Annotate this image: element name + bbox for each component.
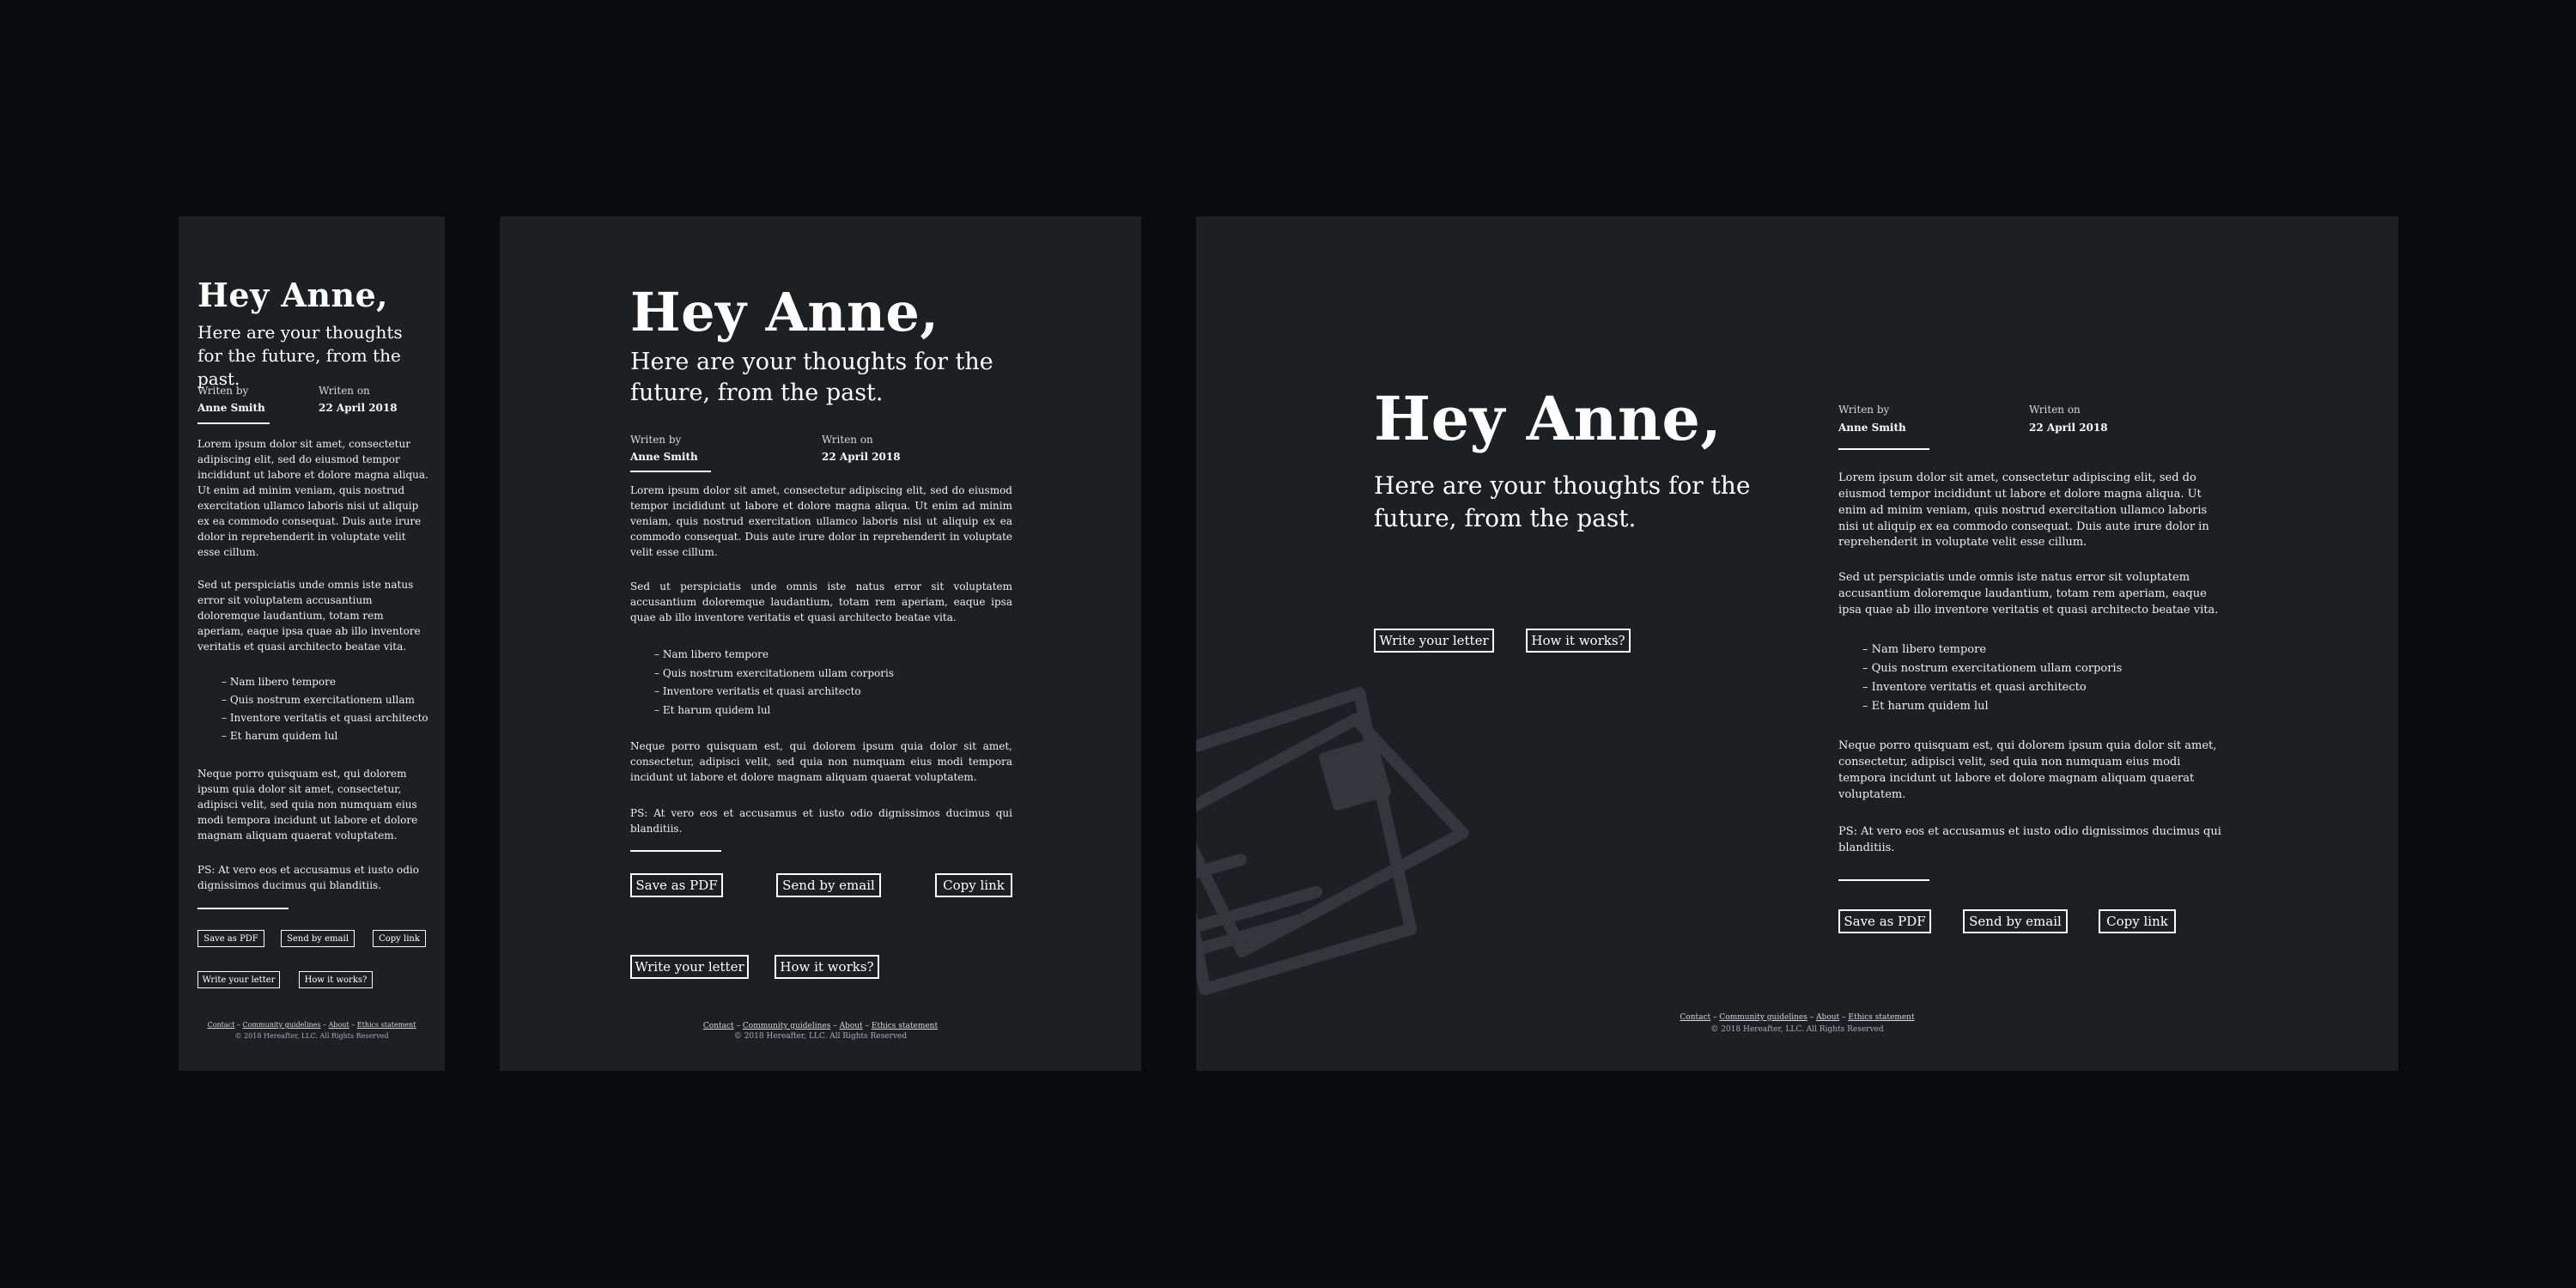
send-email-button[interactable]: Send by email (1963, 909, 2068, 933)
written-by-label: Writen by (1838, 404, 1890, 416)
list-item: – Nam libero tempore (654, 648, 769, 660)
written-on-label: Writen on (319, 385, 370, 397)
send-email-button[interactable]: Send by email (776, 873, 881, 897)
write-letter-button[interactable]: Write your letter (1374, 629, 1494, 653)
greeting-heading: Hey Anne, (630, 281, 939, 343)
list-item: – Et harum quidem lul (222, 730, 338, 742)
list-item: – Inventore veritatis et quasi architect… (222, 712, 428, 724)
list-item: – Inventore veritatis et quasi architect… (1862, 681, 2087, 694)
greeting-heading: Hey Anne, (1374, 383, 1722, 454)
footer-links: Contact – Community guidelines – About –… (702, 1022, 939, 1030)
how-it-works-button[interactable]: How it works? (775, 955, 879, 979)
letter-subtitle: Here are your thoughts for the future, f… (1374, 471, 1751, 532)
letter-date: 22 April 2018 (319, 402, 398, 414)
list-item: – Et harum quidem lul (1862, 700, 1989, 713)
postscript: PS: At vero eos et accusamus et iusto od… (630, 807, 1012, 835)
paragraph-1: Lorem ipsum dolor sit amet, consectetur … (1838, 471, 2209, 550)
paragraph-1: Lorem ipsum dolor sit amet, consectetur … (197, 438, 428, 558)
paragraph-3: Neque porro quisquam est, qui dolorem ip… (197, 768, 418, 841)
list-item: – Et harum quidem lul (654, 703, 771, 716)
paragraph-3: Neque porro quisquam est, qui dolorem ip… (1838, 739, 2217, 801)
footer-link-community-guidelines[interactable]: Community guidelines (242, 1021, 320, 1029)
list-item: – Nam libero tempore (222, 676, 336, 688)
footer-link-contact[interactable]: Contact (208, 1021, 235, 1029)
save-pdf-button[interactable]: Save as PDF (1838, 909, 1931, 933)
footer-copyright: © 2018 Hereafter, LLC. All Rights Reserv… (733, 1032, 908, 1041)
letter-subtitle: Here are your thoughts for the future, f… (197, 322, 403, 389)
footer-link-contact[interactable]: Contact (703, 1022, 734, 1030)
bullet-list: – Nam libero tempore – Quis nostrum exer… (222, 673, 436, 745)
footer-link-ethics[interactable]: Ethics statement (1848, 1013, 1914, 1022)
signature-divider (197, 908, 289, 909)
footer-link-about[interactable]: About (840, 1022, 863, 1030)
written-by-label: Writen by (630, 434, 682, 446)
how-it-works-button[interactable]: How it works? (1526, 629, 1631, 653)
save-pdf-button[interactable]: Save as PDF (630, 873, 723, 897)
paragraph-2: Sed ut perspiciatis unde omnis iste natu… (1838, 571, 2219, 617)
tablet-letter-view: Hey Anne, Here are your thoughts for the… (500, 216, 1141, 1071)
desktop-letter-view: Hey Anne, Here are your thoughts for the… (1196, 216, 2398, 1071)
meta-divider (197, 422, 270, 424)
paragraph-3: Neque porro quisquam est, qui dolorem ip… (630, 740, 1012, 783)
send-email-button[interactable]: Send by email (281, 930, 355, 947)
written-on-label: Writen on (2029, 404, 2081, 416)
mobile-letter-view: Hey Anne, Here are your thoughts for the… (179, 216, 445, 1071)
meta-divider (1838, 448, 1929, 450)
footer-link-ethics[interactable]: Ethics statement (357, 1021, 416, 1029)
write-letter-button[interactable]: Write your letter (630, 955, 749, 979)
list-item: – Quis nostrum exercitationem ullam corp… (1862, 662, 2123, 675)
signature-divider (1838, 879, 1929, 881)
letter-subtitle: Here are your thoughts for the future, f… (630, 349, 993, 407)
copy-link-button[interactable]: Copy link (373, 930, 426, 947)
footer-link-community-guidelines[interactable]: Community guidelines (1719, 1013, 1807, 1022)
greeting-heading: Hey Anne, (197, 276, 389, 314)
save-pdf-button[interactable]: Save as PDF (197, 930, 264, 947)
bullet-list: – Nam libero tempore – Quis nostrum exer… (654, 646, 998, 720)
footer-link-about[interactable]: About (329, 1021, 349, 1029)
footer-copyright: © 2018 Hereafter, LLC. All Rights Reserv… (1710, 1025, 1884, 1034)
bullet-list: – Nam libero tempore – Quis nostrum exer… (1862, 641, 2206, 716)
footer-link-about[interactable]: About (1816, 1013, 1839, 1022)
footer-links: Contact – Community guidelines – About –… (207, 1021, 416, 1029)
footer-link-community-guidelines[interactable]: Community guidelines (743, 1022, 830, 1030)
list-item: – Nam libero tempore (1862, 643, 1987, 656)
author-name: Anne Smith (197, 402, 265, 414)
postscript: PS: At vero eos et accusamus et iusto od… (1838, 825, 2221, 854)
written-by-label: Writen by (197, 385, 249, 397)
paragraph-2: Sed ut perspiciatis unde omnis iste natu… (197, 579, 421, 653)
how-it-works-button[interactable]: How it works? (299, 971, 373, 988)
author-name: Anne Smith (1838, 422, 1906, 434)
footer-links: Contact – Community guidelines – About –… (1680, 1013, 1915, 1022)
write-letter-button[interactable]: Write your letter (197, 971, 280, 988)
letter-date: 22 April 2018 (822, 451, 901, 463)
author-name: Anne Smith (630, 451, 698, 463)
list-item: – Inventore veritatis et quasi architect… (654, 685, 861, 697)
signature-divider (630, 850, 721, 852)
copy-link-button[interactable]: Copy link (2099, 909, 2176, 933)
written-on-label: Writen on (822, 434, 873, 446)
postscript: PS: At vero eos et accusamus et iusto od… (197, 864, 419, 891)
footer-link-ethics[interactable]: Ethics statement (872, 1022, 938, 1030)
letter-date: 22 April 2018 (2029, 422, 2108, 434)
copy-link-button[interactable]: Copy link (935, 873, 1012, 897)
envelope-icon (1196, 687, 1469, 995)
paragraph-1: Lorem ipsum dolor sit amet, consectetur … (630, 484, 1012, 558)
footer-link-contact[interactable]: Contact (1680, 1013, 1710, 1022)
list-item: – Quis nostrum exercitationem ullam corp… (654, 666, 895, 679)
paragraph-2: Sed ut perspiciatis unde omnis iste natu… (630, 580, 1012, 623)
list-item: – Quis nostrum exercitationem ullam (222, 694, 415, 706)
footer-copyright: © 2018 Hereafter, LLC. All Rights Reserv… (234, 1032, 389, 1040)
meta-divider (630, 471, 711, 472)
